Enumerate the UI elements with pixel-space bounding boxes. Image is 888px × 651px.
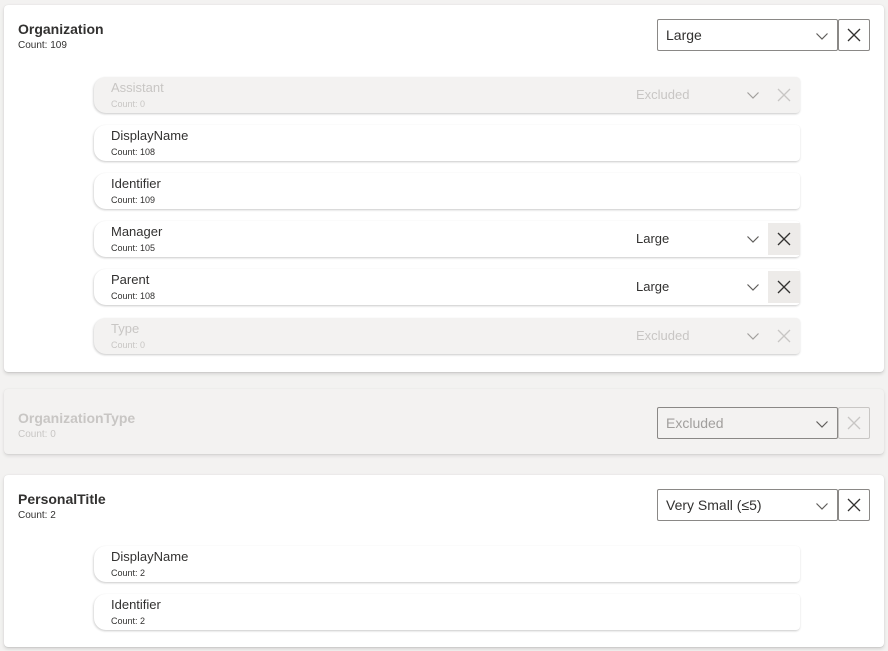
field-count: Count: 108 bbox=[111, 291, 156, 301]
entity-title: PersonalTitle bbox=[18, 491, 106, 507]
field-name: Manager bbox=[111, 224, 163, 239]
field-row-displayname: DisplayName Count: 2 bbox=[94, 546, 800, 582]
field-name: Type bbox=[111, 321, 140, 336]
field-count: Count: 2 bbox=[111, 568, 146, 578]
field-size-dropdown[interactable]: Large bbox=[636, 221, 764, 257]
size-dropdown[interactable]: Very Small (≤5) bbox=[657, 489, 838, 521]
size-dropdown-value: Very Small (≤5) bbox=[666, 497, 762, 513]
field-count: Count: 105 bbox=[111, 243, 156, 253]
chevron-down-icon bbox=[816, 33, 828, 40]
entity-card-organization: Organization Count: 109 Large Assistant … bbox=[4, 5, 884, 372]
field-row-identifier: Identifier Count: 109 bbox=[94, 173, 800, 209]
entity-title: OrganizationType bbox=[18, 410, 136, 426]
field-name: Identifier bbox=[111, 597, 161, 612]
field-name: Parent bbox=[111, 272, 150, 287]
entity-count: Count: 0 bbox=[18, 429, 56, 440]
field-size-value: Large bbox=[636, 231, 670, 246]
field-row-displayname: DisplayName Count: 108 bbox=[94, 125, 800, 161]
close-icon bbox=[777, 232, 791, 246]
chevron-down-icon bbox=[747, 333, 759, 340]
field-count: Count: 2 bbox=[111, 616, 146, 626]
chevron-down-icon bbox=[747, 92, 759, 99]
field-name: Identifier bbox=[111, 176, 161, 191]
remove-button[interactable] bbox=[838, 19, 870, 51]
entity-card-organizationtype: OrganizationType Count: 0 Excluded bbox=[4, 389, 884, 454]
remove-button[interactable] bbox=[838, 407, 870, 439]
field-name: DisplayName bbox=[111, 128, 189, 143]
field-name: Assistant bbox=[111, 80, 164, 95]
entity-count: Count: 109 bbox=[18, 40, 67, 51]
field-size-value: Excluded bbox=[636, 87, 690, 102]
field-row-type: Type Count: 0 Excluded bbox=[94, 318, 800, 354]
field-count: Count: 0 bbox=[111, 340, 146, 350]
size-dropdown-value: Large bbox=[666, 27, 702, 43]
size-dropdown[interactable]: Large bbox=[657, 19, 838, 51]
field-size-dropdown[interactable]: Excluded bbox=[636, 77, 764, 113]
chevron-down-icon bbox=[816, 421, 828, 428]
field-count: Count: 109 bbox=[111, 195, 156, 205]
size-dropdown[interactable]: Excluded bbox=[657, 407, 838, 439]
entity-card-personaltitle: PersonalTitle Count: 2 Very Small (≤5) D… bbox=[4, 475, 884, 647]
field-count: Count: 108 bbox=[111, 147, 156, 157]
field-remove-button[interactable] bbox=[768, 320, 800, 352]
field-size-dropdown[interactable]: Large bbox=[636, 269, 764, 305]
close-icon bbox=[777, 88, 791, 102]
chevron-down-icon bbox=[747, 284, 759, 291]
close-icon bbox=[777, 329, 791, 343]
field-name: DisplayName bbox=[111, 549, 189, 564]
field-size-value: Excluded bbox=[636, 328, 690, 343]
entity-count: Count: 2 bbox=[18, 510, 56, 521]
field-row-parent: Parent Count: 108 Large bbox=[94, 269, 800, 305]
size-dropdown-value: Excluded bbox=[666, 415, 724, 431]
remove-button[interactable] bbox=[838, 489, 870, 521]
close-icon bbox=[847, 28, 861, 42]
entity-title: Organization bbox=[18, 21, 104, 37]
field-size-value: Large bbox=[636, 279, 670, 294]
field-remove-button[interactable] bbox=[768, 79, 800, 111]
chevron-down-icon bbox=[816, 503, 828, 510]
chevron-down-icon bbox=[747, 236, 759, 243]
field-remove-button[interactable] bbox=[768, 271, 800, 303]
field-remove-button[interactable] bbox=[768, 223, 800, 255]
close-icon bbox=[777, 280, 791, 294]
close-icon bbox=[847, 498, 861, 512]
close-icon bbox=[847, 416, 861, 430]
field-size-dropdown[interactable]: Excluded bbox=[636, 318, 764, 354]
field-row-manager: Manager Count: 105 Large bbox=[94, 221, 800, 257]
field-count: Count: 0 bbox=[111, 99, 146, 109]
field-row-identifier: Identifier Count: 2 bbox=[94, 594, 800, 630]
field-row-assistant: Assistant Count: 0 Excluded bbox=[94, 77, 800, 113]
